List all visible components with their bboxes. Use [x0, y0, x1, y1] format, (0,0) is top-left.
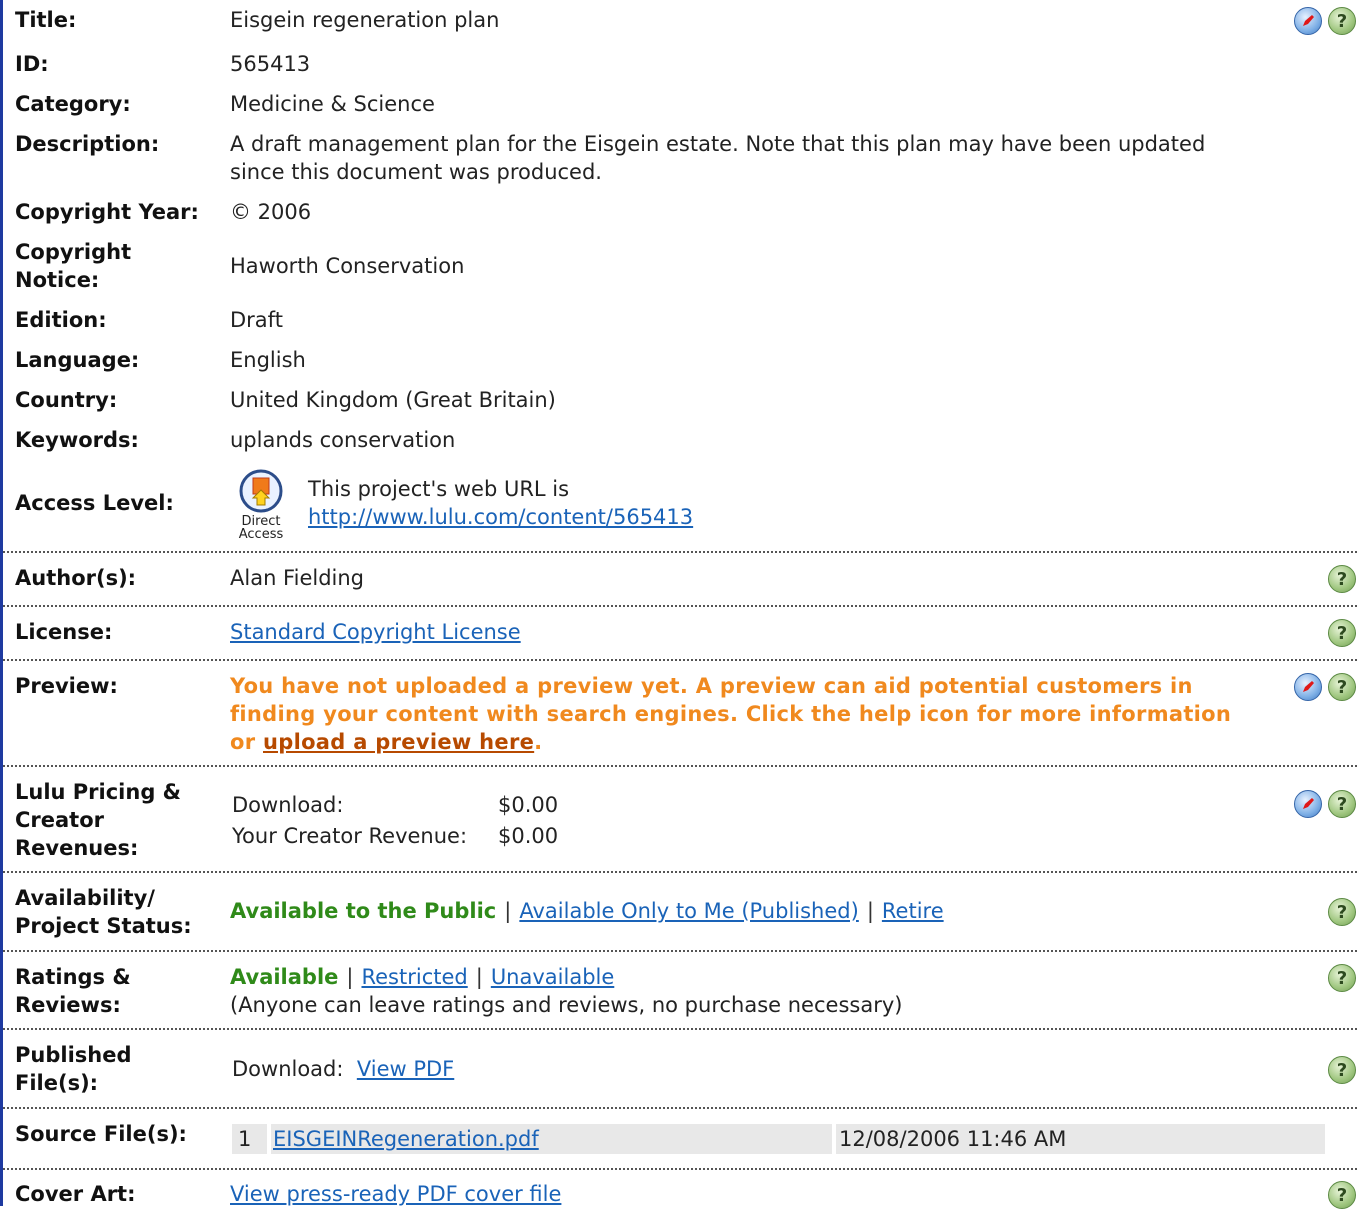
upload-preview-link[interactable]: upload a preview here	[263, 730, 534, 754]
preview-line-3-suffix: .	[534, 730, 543, 754]
description-line-1: A draft management plan for the Eisgein …	[230, 132, 1206, 156]
country-value: United Kingdom (Great Britain)	[230, 388, 556, 412]
source-file-link[interactable]: EISGEINRegeneration.pdf	[273, 1127, 539, 1151]
download-price-label: Download:	[232, 793, 344, 817]
published-download-label: Download:	[232, 1057, 344, 1081]
license-label: License:	[15, 620, 113, 644]
help-icon[interactable]: ?	[1328, 7, 1356, 35]
description-line-2: since this document was produced.	[230, 160, 602, 184]
ratings-current: Available	[230, 965, 339, 989]
availability-label-2: Project Status:	[15, 914, 192, 938]
divider	[3, 1107, 1357, 1109]
download-price-value: $0.00	[498, 793, 559, 817]
direct-access-icon: Direct Access	[235, 468, 287, 541]
title-value: Eisgein regeneration plan	[230, 8, 500, 32]
copyright-year-value: © 2006	[230, 200, 312, 224]
available-only-to-me-link[interactable]: Available Only to Me (Published)	[519, 899, 858, 923]
access-level-label: Access Level:	[15, 491, 174, 515]
keywords-label: Keywords:	[15, 428, 139, 452]
edit-icon[interactable]	[1294, 790, 1322, 818]
title-label: Title:	[15, 8, 77, 32]
availability-label-1: Availability/	[15, 886, 155, 910]
ratings-label-2: Reviews:	[15, 993, 121, 1017]
id-value: 565413	[230, 52, 311, 76]
pricing-label-3: Revenues:	[15, 836, 139, 860]
divider	[3, 871, 1357, 873]
direct-access-caption-2: Access	[238, 527, 284, 542]
ratings-unavailable-link[interactable]: Unavailable	[491, 965, 614, 989]
published-label-2: File(s):	[15, 1071, 99, 1095]
help-icon[interactable]: ?	[1328, 964, 1356, 992]
help-icon[interactable]: ?	[1328, 673, 1356, 701]
retire-link[interactable]: Retire	[882, 899, 944, 923]
category-label: Category:	[15, 92, 131, 116]
divider	[3, 1168, 1357, 1170]
help-icon[interactable]: ?	[1328, 790, 1356, 818]
divider	[3, 551, 1357, 553]
availability-current: Available to the Public	[230, 899, 497, 923]
creator-revenue-label: Your Creator Revenue:	[232, 824, 468, 848]
preview-line-3-prefix: or	[230, 730, 263, 754]
copyright-notice-label-2: Notice:	[15, 268, 100, 292]
view-pdf-link[interactable]: View PDF	[357, 1057, 454, 1081]
ratings-note: (Anyone can leave ratings and reviews, n…	[230, 993, 903, 1017]
help-icon[interactable]: ?	[1328, 898, 1356, 926]
pricing-label-1: Lulu Pricing &	[15, 780, 181, 804]
divider	[3, 765, 1357, 767]
id-label: ID:	[15, 52, 49, 76]
preview-label: Preview:	[15, 674, 118, 698]
ratings-restricted-link[interactable]: Restricted	[361, 965, 467, 989]
authors-value: Alan Fielding	[230, 566, 364, 590]
help-icon[interactable]: ?	[1328, 565, 1356, 593]
divider	[3, 659, 1357, 661]
copyright-notice-label-1: Copyright	[15, 240, 132, 264]
ratings-label-1: Ratings &	[15, 965, 131, 989]
divider	[3, 950, 1357, 952]
authors-label: Author(s):	[15, 566, 137, 590]
divider	[3, 1028, 1357, 1030]
language-value: English	[230, 348, 306, 372]
creator-revenue-value: $0.00	[498, 824, 559, 848]
edit-icon[interactable]	[1294, 7, 1322, 35]
edition-label: Edition:	[15, 308, 107, 332]
cover-art-label: Cover Art:	[15, 1182, 136, 1206]
edit-icon[interactable]	[1294, 673, 1322, 701]
language-label: Language:	[15, 348, 140, 372]
keywords-value: uplands conservation	[230, 428, 456, 452]
preview-warning-line-3: or upload a preview here.	[230, 728, 542, 756]
source-file-date: 12/08/2006 11:46 AM	[839, 1127, 1067, 1151]
pricing-label-2: Creator	[15, 808, 105, 832]
copyright-notice-value: Haworth Conservation	[230, 254, 465, 278]
project-url-link[interactable]: http://www.lulu.com/content/565413	[308, 505, 693, 529]
published-label-1: Published	[15, 1043, 132, 1067]
license-link[interactable]: Standard Copyright License	[230, 620, 521, 644]
help-icon[interactable]: ?	[1328, 619, 1356, 647]
preview-warning-line-1: You have not uploaded a preview yet. A p…	[230, 674, 1193, 698]
help-icon[interactable]: ?	[1328, 1181, 1356, 1209]
access-url-text: This project's web URL is	[308, 477, 570, 501]
divider	[3, 605, 1357, 607]
copyright-year-label: Copyright Year:	[15, 200, 199, 224]
country-label: Country:	[15, 388, 118, 412]
description-label: Description:	[15, 132, 160, 156]
edition-value: Draft	[230, 308, 283, 332]
help-icon[interactable]: ?	[1328, 1056, 1356, 1084]
source-file-number: 1	[238, 1127, 252, 1151]
category-value: Medicine & Science	[230, 92, 435, 116]
preview-warning-line-2: finding your content with search engines…	[230, 702, 1232, 726]
source-files-label: Source File(s):	[15, 1122, 187, 1146]
cover-file-link[interactable]: View press-ready PDF cover file	[230, 1182, 561, 1206]
